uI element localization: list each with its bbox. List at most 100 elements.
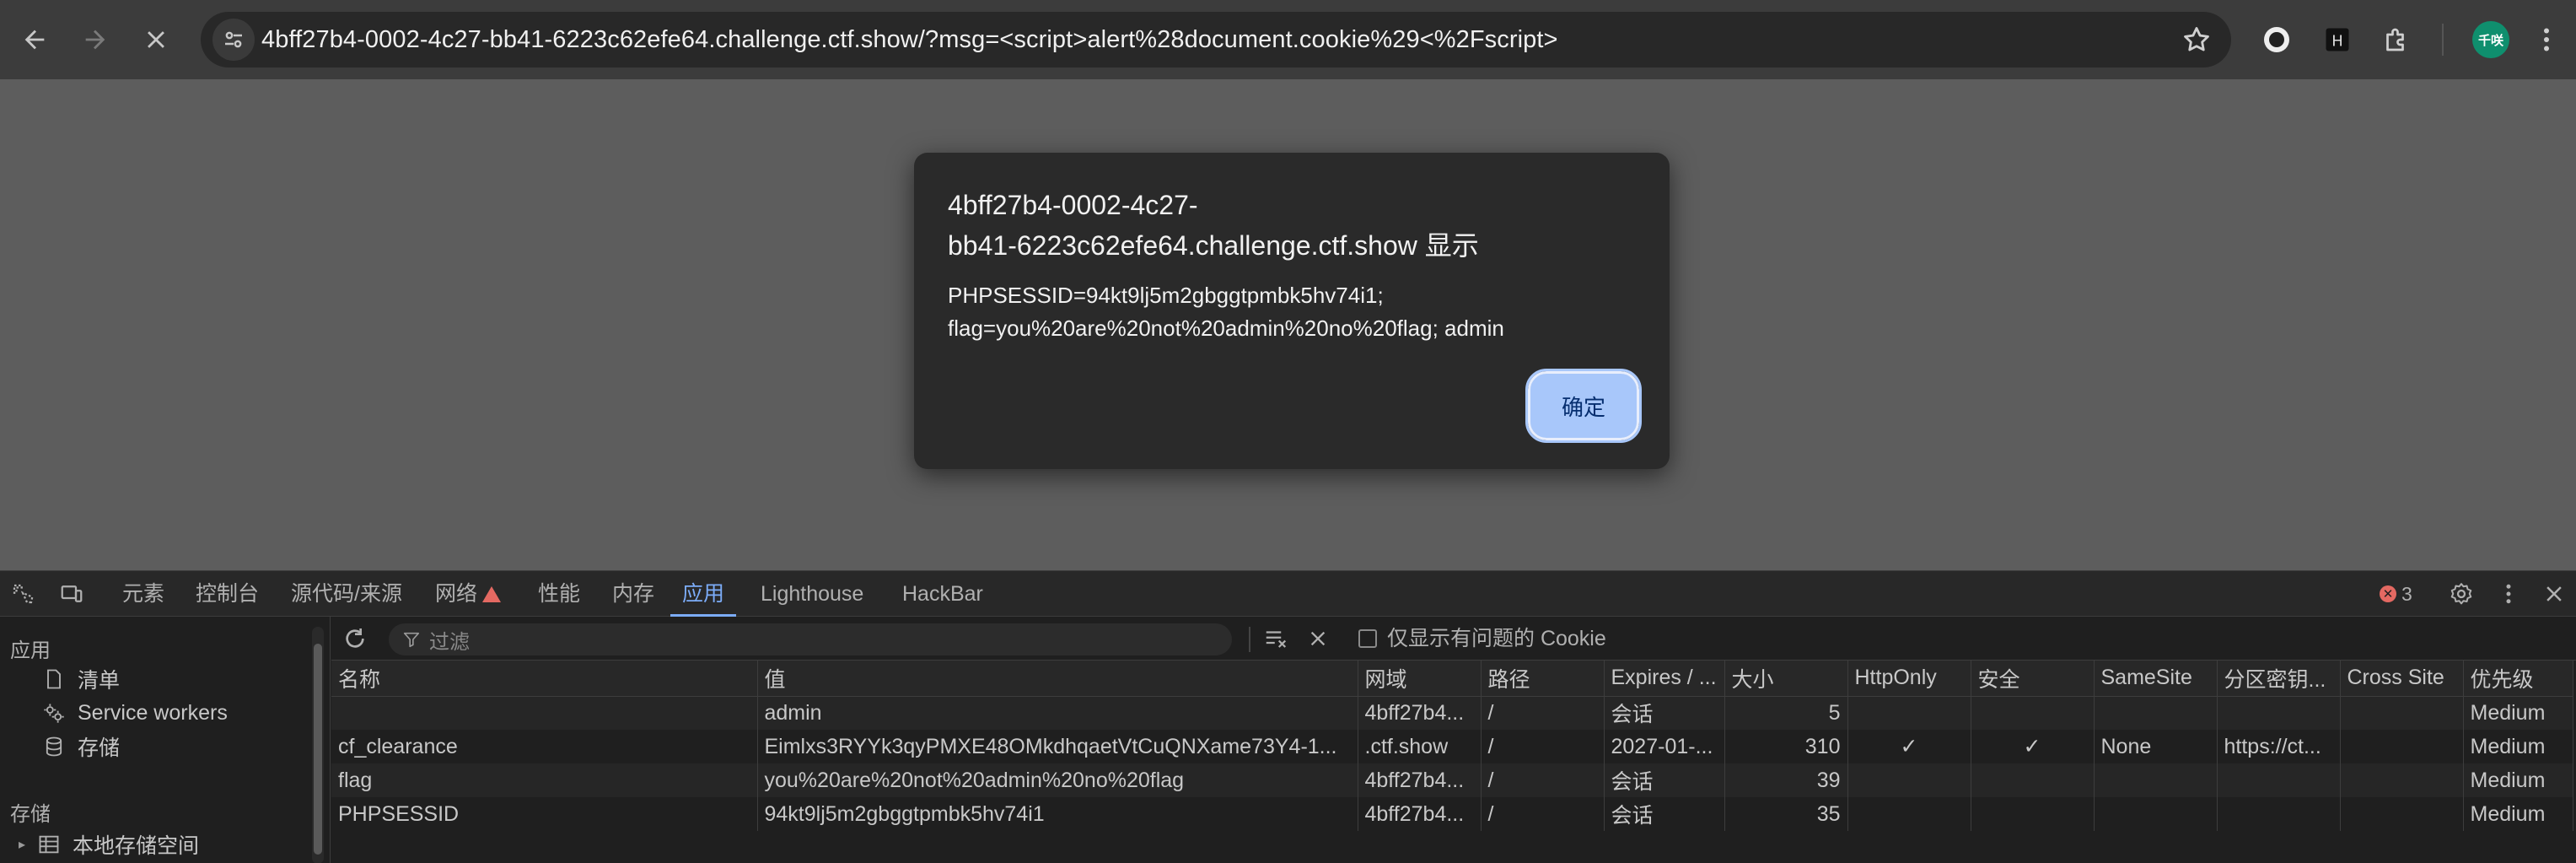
cookie-expires: 会话 <box>1604 763 1725 797</box>
cookie-httponly <box>1847 763 1971 797</box>
warning-icon <box>482 586 502 602</box>
sidebar-item-manifest-label: 清单 <box>78 669 121 693</box>
cookie-path: / <box>1481 696 1605 730</box>
tab-performance[interactable]: 性能 <box>538 571 580 617</box>
column-header-cross-site[interactable]: Cross Site <box>2340 661 2464 697</box>
tab-hackbar[interactable]: HackBar <box>902 571 983 617</box>
tab-network[interactable]: 网络 <box>435 571 502 617</box>
cookie-secure <box>1971 763 2095 797</box>
cookie-httponly <box>1847 797 1971 831</box>
cookies-panel: 过滤 仅显示有问题的 Cookie 名称 值 网域 路径 Expires / .… <box>331 617 2576 863</box>
cookie-name: cf_clearance <box>331 730 758 763</box>
cookie-value: you%20are%20not%20admin%20no%20flag <box>757 763 1358 797</box>
table-row[interactable]: admin 4bff27b4... / 会话 5 Medium <box>331 696 2573 730</box>
cookie-value: 94kt9lj5m2gbggtpmbk5hv74i1 <box>757 797 1358 831</box>
refresh-icon[interactable] <box>341 625 368 652</box>
ok-button[interactable]: 确定 <box>1525 369 1642 443</box>
stop-button[interactable] <box>135 19 177 61</box>
cookie-path: / <box>1481 797 1605 831</box>
sidebar-item-storage[interactable]: 存储 <box>42 730 120 763</box>
cookie-secure <box>1971 696 2095 730</box>
cookie-expires: 2027-01-... <box>1604 730 1725 763</box>
site-info-button[interactable] <box>212 19 255 61</box>
cookie-size: 35 <box>1724 797 1848 831</box>
settings-gear-icon[interactable] <box>2447 580 2476 608</box>
tab-elements[interactable]: 元素 <box>122 571 164 617</box>
arrow-left-icon <box>24 30 45 50</box>
sidebar-item-local-storage[interactable]: ▸ 本地存储空间 <box>19 828 199 861</box>
error-icon: ✕ <box>2380 585 2396 602</box>
cookie-partition-key <box>2217 797 2341 831</box>
extension-hackbar-icon[interactable]: H <box>2321 23 2354 57</box>
column-header-priority[interactable]: 优先级 <box>2463 661 2573 697</box>
extension-circle-icon[interactable] <box>2260 23 2294 57</box>
cookie-size: 310 <box>1724 730 1848 763</box>
devtools-tabbar: 元素 控制台 源代码/来源 网络 性能 内存 应用 Lighthouse Hac… <box>0 571 2576 617</box>
tab-application[interactable]: 应用 <box>670 571 737 617</box>
tab-sources[interactable]: 源代码/来源 <box>291 571 402 617</box>
tab-memory[interactable]: 内存 <box>612 571 654 617</box>
cookie-name <box>331 696 758 730</box>
column-header-domain[interactable]: 网域 <box>1358 661 1482 697</box>
bookmark-star-icon[interactable] <box>2181 24 2213 56</box>
back-button[interactable] <box>13 19 56 61</box>
url-text[interactable]: 4bff27b4-0002-4c27-bb41-6223c62efe64.cha… <box>261 12 1558 67</box>
column-header-name[interactable]: 名称 <box>331 661 758 697</box>
delete-selected-icon[interactable] <box>1304 625 1331 652</box>
column-header-value[interactable]: 值 <box>757 661 1358 697</box>
cookie-priority: Medium <box>2463 797 2573 831</box>
cookie-path: / <box>1481 730 1605 763</box>
more-menu-icon[interactable] <box>2530 23 2563 57</box>
device-toolbar-icon[interactable] <box>57 580 86 608</box>
cookie-value: Eimlxs3RYYk3qyPMXE48OMkdhqaetVtCuQNXame7… <box>757 730 1358 763</box>
sidebar-item-manifest[interactable]: 清单 <box>42 662 120 696</box>
column-header-httponly[interactable]: HttpOnly <box>1847 661 1971 697</box>
cookie-samesite <box>2094 696 2218 730</box>
sidebar-scrollbar-thumb[interactable] <box>314 644 322 855</box>
only-issues-checkbox[interactable] <box>1358 629 1377 648</box>
tab-console[interactable]: 控制台 <box>196 571 259 617</box>
cookie-partition-key <box>2217 696 2341 730</box>
column-header-path[interactable]: 路径 <box>1481 661 1605 697</box>
error-count-badge[interactable]: ✕ 3 <box>2380 581 2412 607</box>
close-icon <box>148 31 164 48</box>
cookie-cross-site <box>2340 763 2464 797</box>
cookie-size: 5 <box>1724 696 1848 730</box>
cookie-domain: 4bff27b4... <box>1358 763 1482 797</box>
column-header-samesite[interactable]: SameSite <box>2094 661 2218 697</box>
table-row[interactable]: PHPSESSID 94kt9lj5m2gbggtpmbk5hv74i1 4bf… <box>331 797 2573 831</box>
table-header-row: 名称 值 网域 路径 Expires / ... 大小 HttpOnly 安全 … <box>331 661 2573 697</box>
error-count: 3 <box>2401 582 2412 605</box>
cookies-table: 名称 值 网域 路径 Expires / ... 大小 HttpOnly 安全 … <box>331 661 2573 831</box>
sidebar-item-storage-label: 存储 <box>78 736 121 760</box>
cookie-name: PHPSESSID <box>331 797 758 831</box>
sidebar-item-service-workers-label: Service workers <box>78 700 228 725</box>
cookie-filter-input[interactable]: 过滤 <box>389 623 1232 655</box>
clear-all-cookies-icon[interactable] <box>1262 625 1289 652</box>
profile-avatar[interactable]: 千咲 <box>2472 21 2509 58</box>
page-viewport: 4bff27b4-0002-4c27- bb41-6223c62efe64.ch… <box>0 79 2576 570</box>
arrow-right-icon <box>85 30 105 50</box>
chevron-right-icon[interactable]: ▸ <box>19 836 25 853</box>
cookie-expires: 会话 <box>1604 696 1725 730</box>
cookie-secure: ✓ <box>1971 730 2095 763</box>
cookie-value: admin <box>757 696 1358 730</box>
table-row[interactable]: cf_clearance Eimlxs3RYYk3qyPMXE48OMkdhqa… <box>331 730 2573 763</box>
devtools-close-icon[interactable] <box>2540 580 2568 608</box>
tab-lighthouse[interactable]: Lighthouse <box>761 571 863 617</box>
column-header-secure[interactable]: 安全 <box>1971 661 2095 697</box>
extensions-puzzle-icon[interactable] <box>2380 23 2413 57</box>
cookie-filter-bar: 过滤 仅显示有问题的 Cookie <box>331 617 2576 661</box>
forward-button[interactable] <box>74 19 116 61</box>
column-header-expires[interactable]: Expires / ... <box>1604 661 1725 697</box>
sidebar-scrollbar[interactable] <box>312 627 324 863</box>
devtools-more-icon[interactable] <box>2494 580 2523 608</box>
column-header-partition-key[interactable]: 分区密钥... <box>2217 661 2341 697</box>
table-row[interactable]: flag you%20are%20not%20admin%20no%20flag… <box>331 763 2573 797</box>
address-bar[interactable]: 4bff27b4-0002-4c27-bb41-6223c62efe64.cha… <box>201 12 2231 67</box>
inspect-element-icon[interactable] <box>8 580 37 608</box>
cookie-size: 39 <box>1724 763 1848 797</box>
column-header-size[interactable]: 大小 <box>1724 661 1848 697</box>
cookie-samesite <box>2094 797 2218 831</box>
sidebar-item-service-workers[interactable]: Service workers <box>42 696 228 730</box>
